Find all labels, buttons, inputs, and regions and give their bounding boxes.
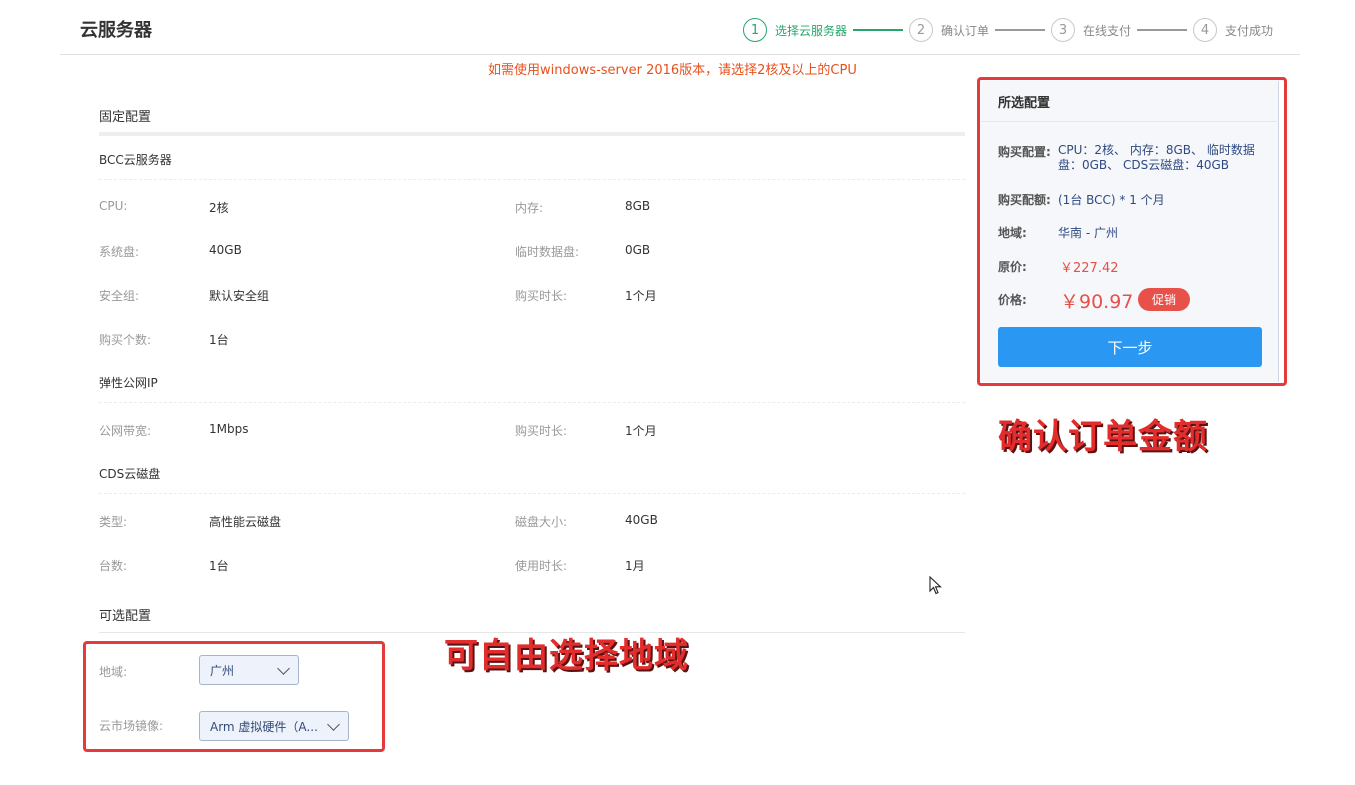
image-select-value: Arm 虚拟硬件（A... — [210, 719, 318, 734]
summary-panel: 所选配置 购买配置: CPU：2核、 内存：8GB、 临时数据盘：0GB、 CD… — [981, 81, 1279, 382]
bandwidth-value: 1Mbps — [209, 422, 249, 436]
divider — [99, 179, 965, 180]
step-select-server: 1 选择云服务器 — [743, 18, 847, 42]
divider — [99, 402, 965, 403]
promo-badge: 促销 — [1138, 288, 1190, 311]
mouse-cursor-icon — [929, 576, 942, 595]
eip-title: 弹性公网IP — [99, 376, 158, 390]
price-label: 价格: — [998, 293, 1027, 307]
step-number: 2 — [909, 18, 934, 42]
step-label: 选择云服务器 — [775, 23, 848, 38]
step-online-payment: 3 在线支付 — [1051, 18, 1131, 42]
duration-label: 购买时长: — [515, 424, 568, 438]
step-number: 3 — [1051, 18, 1076, 42]
divider — [99, 493, 965, 494]
disk-type-value: 高性能云磁盘 — [209, 515, 282, 529]
bcc-row-security-duration: 安全组: 默认安全组 购买时长: 1个月 — [99, 287, 965, 307]
summary-divider — [981, 121, 1279, 122]
system-disk-label: 系统盘: — [99, 245, 140, 259]
chevron-down-icon — [277, 662, 290, 675]
summary-region-label: 地域: — [998, 226, 1027, 240]
bcc-row-cpu-mem: CPU: 2核 内存: 8GB — [99, 199, 965, 219]
temp-disk-label: 临时数据盘: — [515, 245, 580, 259]
duration-label: 购买时长: — [515, 289, 568, 303]
step-connector — [1137, 29, 1188, 31]
security-group-label: 安全组: — [99, 289, 140, 303]
annotation-order-amount: 确认订单金额 — [998, 417, 1208, 457]
quota-value: (1台 BCC) * 1 个月 — [1058, 193, 1165, 207]
region-select-value: 广州 — [210, 663, 235, 678]
step-label: 确认订单 — [941, 23, 990, 38]
usage-duration-label: 使用时长: — [515, 559, 568, 573]
cds-title: CDS云磁盘 — [99, 467, 161, 481]
disk-size-value: 40GB — [625, 513, 658, 527]
annotation-region: 可自由选择地域 — [444, 636, 689, 676]
duration-value: 1个月 — [625, 289, 657, 303]
summary-region-value: 华南 - 广州 — [1058, 226, 1118, 240]
step-number: 4 — [1193, 18, 1218, 42]
cds-row-type-size: 类型: 高性能云磁盘 磁盘大小: 40GB — [99, 513, 965, 533]
system-disk-value: 40GB — [209, 243, 242, 257]
optional-config-title: 可选配置 — [99, 609, 152, 624]
original-price-label: 原价: — [998, 260, 1027, 274]
step-number: 1 — [743, 18, 767, 42]
step-connector — [853, 29, 904, 31]
eip-row: 公网带宽: 1Mbps 购买时长: 1个月 — [99, 422, 965, 442]
page-title: 云服务器 — [80, 20, 152, 41]
image-select[interactable]: Arm 虚拟硬件（A... — [199, 711, 349, 741]
bcc-row-disks: 系统盘: 40GB 临时数据盘: 0GB — [99, 243, 965, 263]
bandwidth-label: 公网带宽: — [99, 424, 152, 438]
cpu-value: 2核 — [209, 201, 229, 215]
fixed-config-title: 固定配置 — [99, 110, 152, 125]
disk-type-label: 类型: — [99, 515, 128, 529]
original-price-value: ￥227.42 — [1060, 261, 1119, 276]
section-divider — [99, 132, 965, 136]
cds-row-count-usage: 台数: 1台 使用时长: 1月 — [99, 557, 965, 577]
header-divider — [60, 54, 1300, 55]
progress-steps: 1 选择云服务器 2 确认订单 3 在线支付 4 支付成功 — [743, 18, 1273, 42]
step-label: 支付成功 — [1225, 23, 1274, 38]
cpu-notice: 如需使用windows-server 2016版本，请选择2核及以上的CPU — [488, 63, 857, 78]
memory-value: 8GB — [625, 199, 651, 213]
step-connector — [995, 29, 1046, 31]
quota-label: 购买配额: — [998, 193, 1051, 207]
config-value: CPU：2核、 内存：8GB、 临时数据盘：0GB、 CDS云磁盘：40GB — [1058, 143, 1255, 172]
step-confirm-order: 2 确认订单 — [909, 18, 989, 42]
disk-count-label: 台数: — [99, 559, 128, 573]
image-label: 云市场镜像: — [99, 719, 164, 733]
usage-duration-value: 1月 — [625, 559, 645, 573]
cpu-label: CPU: — [99, 199, 128, 213]
duration-value: 1个月 — [625, 424, 657, 438]
security-group-value: 默认安全组 — [209, 289, 270, 303]
bcc-row-count: 购买个数: 1台 — [99, 331, 965, 351]
next-step-button[interactable]: 下一步 — [998, 327, 1262, 367]
region-select[interactable]: 广州 — [199, 655, 299, 685]
count-value: 1台 — [209, 333, 229, 347]
temp-disk-value: 0GB — [625, 243, 651, 257]
config-label: 购买配置: — [998, 145, 1051, 159]
count-label: 购买个数: — [99, 333, 152, 347]
summary-title: 所选配置 — [998, 96, 1051, 111]
disk-count-value: 1台 — [209, 559, 229, 573]
price-value: ￥90.97 — [1060, 291, 1134, 313]
chevron-down-icon — [327, 718, 340, 731]
bcc-title: BCC云服务器 — [99, 153, 172, 167]
region-label: 地域: — [99, 665, 128, 679]
disk-size-label: 磁盘大小: — [515, 515, 568, 529]
memory-label: 内存: — [515, 201, 544, 215]
step-label: 在线支付 — [1083, 23, 1132, 38]
step-payment-success: 4 支付成功 — [1193, 18, 1273, 42]
